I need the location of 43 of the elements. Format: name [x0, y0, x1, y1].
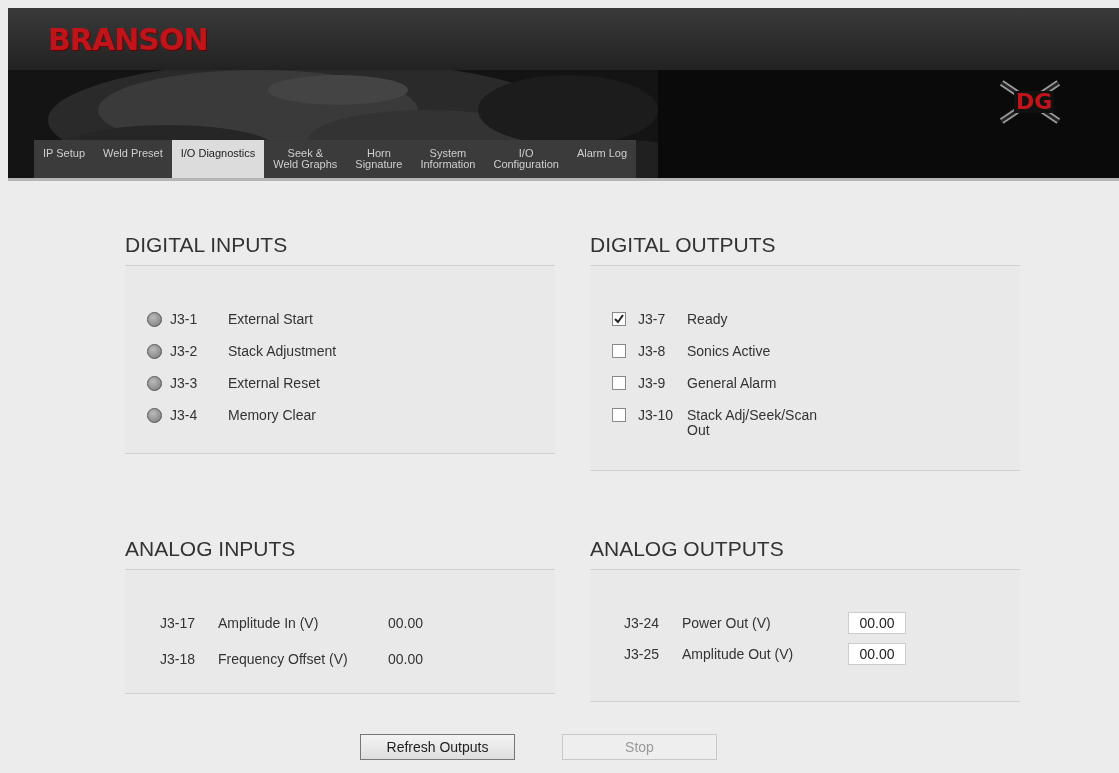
pin-label: J3-17: [160, 616, 197, 631]
signal-label: Frequency Offset (V): [218, 652, 349, 667]
signal-label: Amplitude Out (V): [682, 647, 795, 662]
pin-label: J3-7: [638, 312, 667, 327]
tab[interactable]: Alarm Log: [567, 140, 636, 178]
signal-label: Memory Clear: [228, 408, 316, 423]
tab[interactable]: Weld Preset: [94, 140, 172, 178]
pin-label: J3-1: [170, 312, 199, 327]
reading-value: 00.00: [388, 616, 424, 631]
checkbox[interactable]: [612, 312, 626, 326]
brand-logo: BRANSON: [48, 21, 208, 57]
tab[interactable]: System Information: [411, 140, 485, 178]
pin-label: J3-9: [638, 376, 667, 391]
signal-label: Amplitude In (V): [218, 616, 320, 631]
tab[interactable]: Horn Signature: [346, 140, 412, 178]
tab[interactable]: I/O Diagnostics: [171, 140, 265, 178]
tab[interactable]: I/O Configuration: [484, 140, 568, 178]
checkbox[interactable]: [612, 344, 626, 358]
reading-value: 00.00: [388, 652, 424, 667]
signal-label: General Alarm: [687, 376, 777, 391]
signal-label: Stack Adj/Seek/Scan Out: [687, 408, 817, 438]
tab[interactable]: IP Setup: [34, 140, 94, 178]
pin-label: J3-24: [624, 616, 661, 631]
checkbox[interactable]: [612, 408, 626, 422]
pin-label: J3-25: [624, 647, 661, 662]
pin-label: J3-10: [638, 408, 675, 423]
signal-label: Stack Adjustment: [228, 344, 337, 359]
product-logo: DG: [998, 80, 1062, 124]
signal-label: Power Out (V): [682, 616, 772, 631]
signal-label: Ready: [687, 312, 728, 327]
pin-label: J3-18: [160, 652, 197, 667]
signal-label: External Reset: [228, 376, 320, 391]
tab[interactable]: Seek & Weld Graphs: [264, 140, 347, 178]
signal-label: External Start: [228, 312, 313, 327]
value-field[interactable]: 00.00: [848, 643, 906, 665]
pin-label: J3-4: [170, 408, 199, 423]
action-button[interactable]: Refresh Outputs: [360, 734, 515, 760]
pin-label: J3-8: [638, 344, 667, 359]
checkbox[interactable]: [612, 376, 626, 390]
pin-label: J3-2: [170, 344, 199, 359]
signal-label: Sonics Active: [687, 344, 771, 359]
pin-label: J3-3: [170, 376, 199, 391]
value-field[interactable]: 00.00: [848, 612, 906, 634]
